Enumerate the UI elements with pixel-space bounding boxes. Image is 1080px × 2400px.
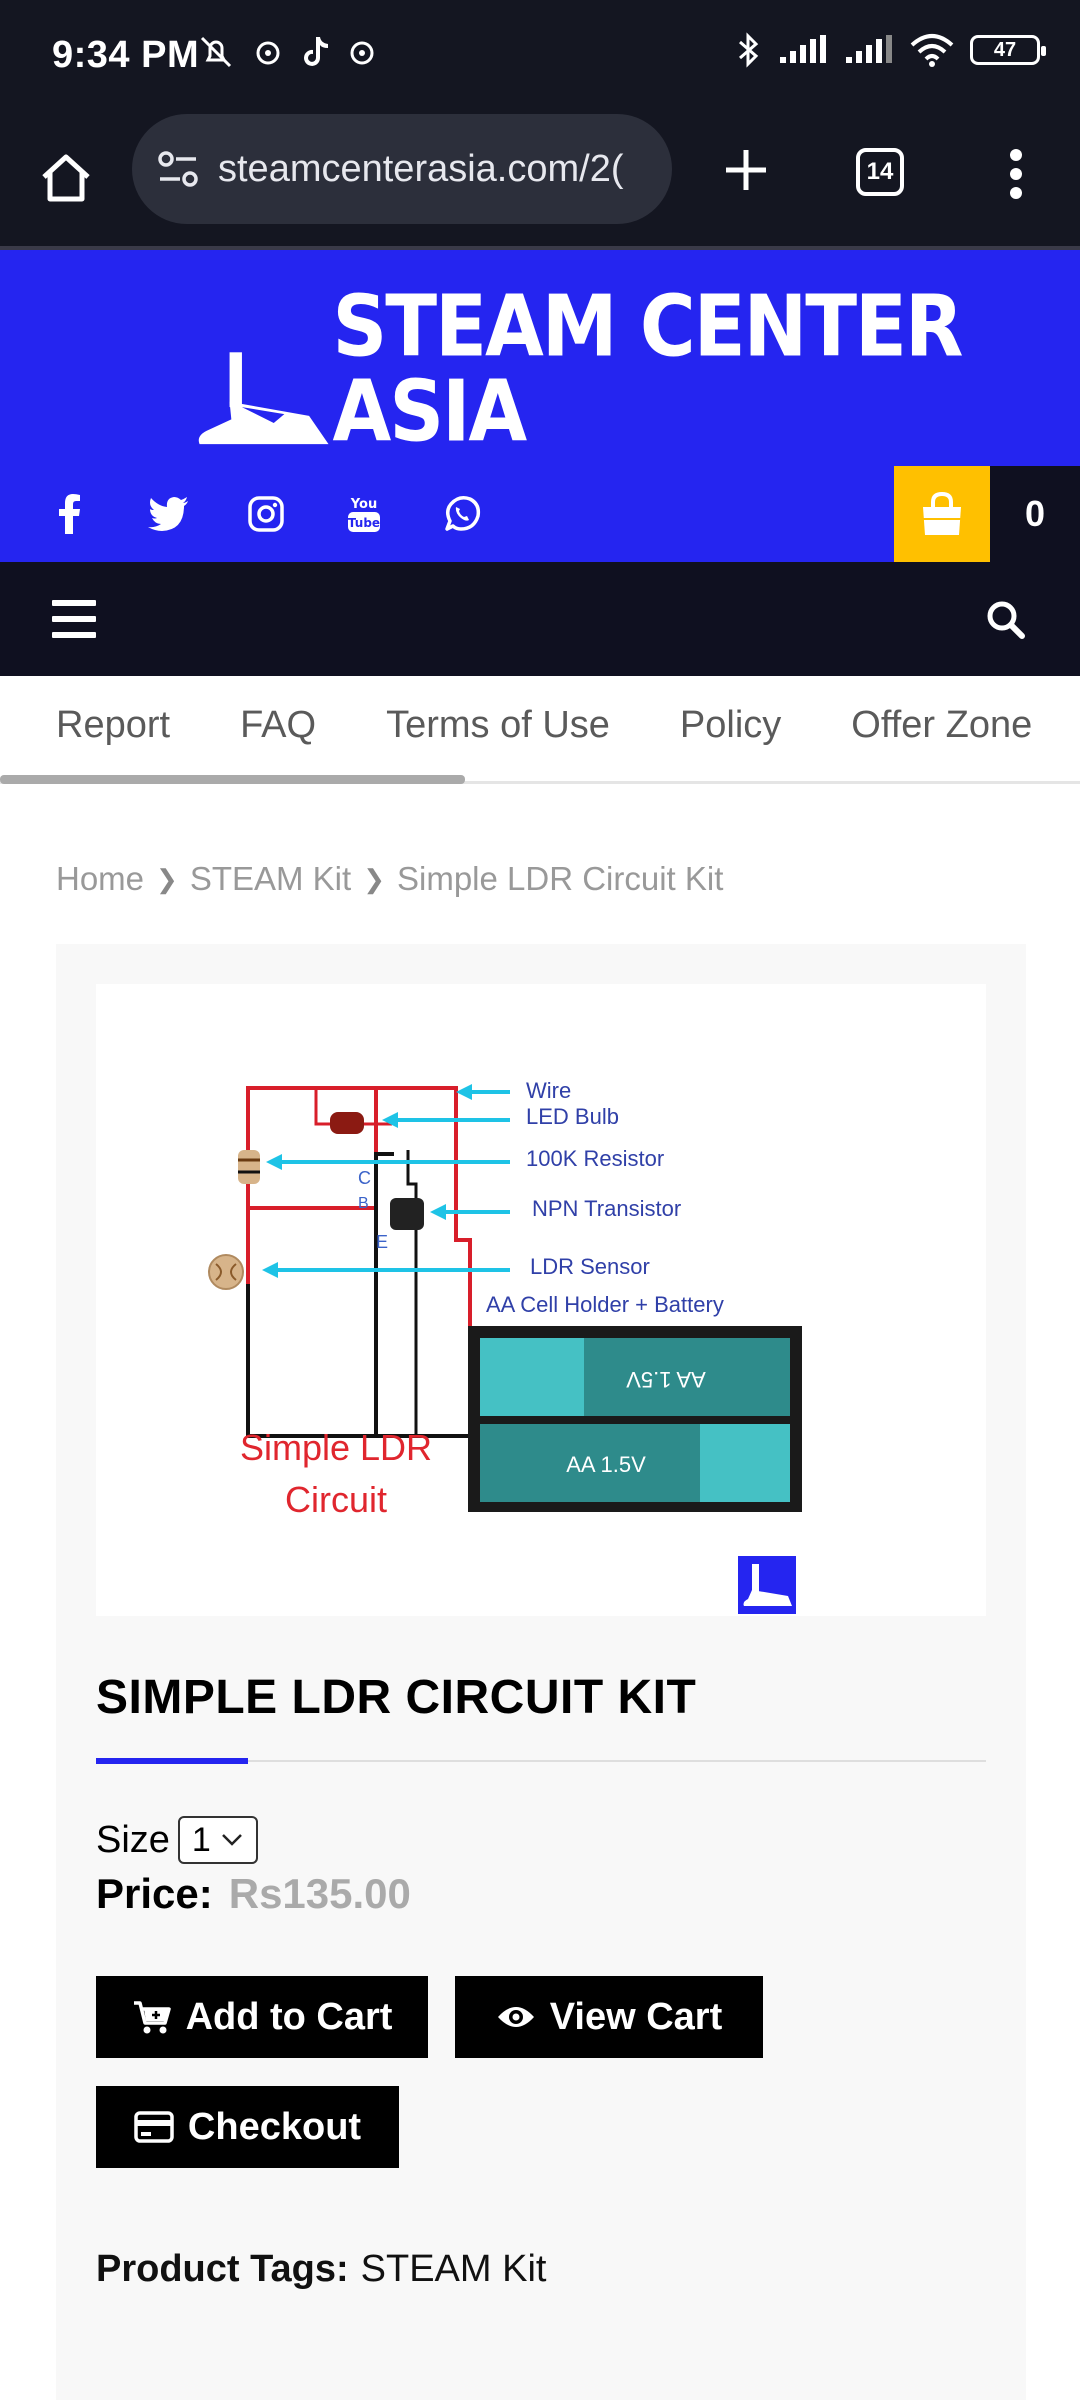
more-vert-icon bbox=[1010, 149, 1022, 199]
menu-item-offer-zone[interactable]: Offer Zone bbox=[851, 704, 1032, 747]
status-bar: 9:34 PM 47 bbox=[0, 0, 1080, 112]
new-tab-button[interactable] bbox=[708, 132, 784, 208]
watermark-logo bbox=[738, 1556, 796, 1614]
credit-card-icon bbox=[134, 2111, 174, 2143]
mute-icon bbox=[200, 36, 232, 68]
add-to-cart-button[interactable]: Add to Cart bbox=[96, 1976, 428, 2058]
bluetooth-icon bbox=[739, 32, 759, 68]
checkout-label: Checkout bbox=[187, 2105, 362, 2148]
plus-icon bbox=[726, 150, 766, 190]
view-cart-label: View Cart bbox=[549, 1995, 723, 2038]
cart-count[interactable]: 0 bbox=[990, 466, 1080, 562]
app-notification-icon bbox=[256, 41, 280, 65]
price-value: Rs135.00 bbox=[228, 1870, 411, 1917]
cart-button[interactable] bbox=[894, 466, 990, 562]
signal-icon bbox=[780, 35, 826, 63]
svg-text:Tube: Tube bbox=[348, 516, 380, 530]
eye-icon bbox=[497, 2007, 534, 2027]
home-icon bbox=[42, 154, 90, 202]
ldr-label: LDR Sensor bbox=[530, 1254, 650, 1279]
app-notification-icon bbox=[350, 41, 374, 65]
whatsapp-icon[interactable] bbox=[434, 486, 490, 542]
add-to-cart-label: Add to Cart bbox=[185, 1995, 393, 2038]
menu-item-policy[interactable]: Policy bbox=[680, 704, 781, 747]
site-header: STEAM CENTER ASIA bbox=[0, 246, 1080, 466]
pin-b-label: B bbox=[358, 1195, 369, 1212]
tab-switcher-button[interactable]: 14 bbox=[856, 148, 904, 196]
social-bar: You Tube 0 bbox=[0, 466, 1080, 562]
chevron-right-icon: ❯ bbox=[156, 863, 178, 894]
pin-e-label: E bbox=[376, 1232, 388, 1252]
menu-item-faq[interactable]: FAQ bbox=[240, 704, 316, 747]
price-label: Price: bbox=[96, 1870, 213, 1917]
hamburger-menu-icon[interactable] bbox=[52, 600, 96, 638]
view-cart-button[interactable]: View Cart bbox=[455, 1976, 763, 2058]
size-value: 1 bbox=[191, 1820, 211, 1859]
facebook-icon[interactable] bbox=[42, 486, 98, 542]
product-tags: Product Tags: STEAM Kit bbox=[96, 2248, 546, 2291]
signal-icon bbox=[846, 35, 892, 63]
title-accent-bar bbox=[96, 1758, 248, 1764]
browser-menu-button[interactable] bbox=[996, 136, 1036, 212]
size-label: Size bbox=[96, 1818, 170, 1861]
instagram-icon[interactable] bbox=[238, 486, 294, 542]
battery-label-2: AA 1.5V bbox=[566, 1452, 646, 1477]
top-menu: Report FAQ Terms of Use Policy Offer Zon… bbox=[0, 676, 1080, 784]
wire-label: Wire bbox=[526, 1078, 571, 1103]
checkout-button[interactable]: Checkout bbox=[96, 2086, 399, 2168]
twitter-icon[interactable] bbox=[140, 486, 196, 542]
product-title: SIMPLE LDR CIRCUIT KIT bbox=[96, 1671, 697, 1724]
youtube-icon[interactable]: You Tube bbox=[336, 486, 392, 542]
resistor-label: 100K Resistor bbox=[526, 1146, 664, 1171]
menu-item-report[interactable]: Report bbox=[56, 704, 170, 747]
price-row: Price: Rs135.00 bbox=[96, 1870, 411, 1918]
caption-line-2: Circuit bbox=[285, 1479, 387, 1520]
led-label: LED Bulb bbox=[526, 1104, 619, 1129]
cart-plus-icon bbox=[133, 2001, 171, 2034]
wifi-icon bbox=[910, 34, 954, 67]
url-text: steamcenterasia.com/2( bbox=[218, 147, 624, 190]
holder-label: AA Cell Holder + Battery bbox=[486, 1292, 724, 1317]
nav-bar bbox=[0, 562, 1080, 676]
chevron-down-icon bbox=[221, 1834, 242, 1846]
tag-link[interactable]: STEAM Kit bbox=[361, 2248, 547, 2291]
product-card: C B E Wire LED Bulb 100K Resistor NPN Tr… bbox=[56, 944, 1026, 2400]
size-select[interactable]: 1 bbox=[177, 1816, 258, 1864]
size-row: Size 1 bbox=[96, 1816, 258, 1864]
breadcrumb: Home ❯ STEAM Kit ❯ Simple LDR Circuit Ki… bbox=[56, 860, 723, 898]
breadcrumb-category[interactable]: STEAM Kit bbox=[190, 860, 351, 898]
shopping-bag-icon bbox=[923, 491, 961, 535]
notification-icons bbox=[196, 34, 380, 70]
battery-indicator: 47 bbox=[970, 35, 1046, 65]
caption-line-1: Simple LDR bbox=[240, 1427, 432, 1468]
logo-text: STEAM CENTER ASIA bbox=[332, 275, 964, 461]
transistor-label: NPN Transistor bbox=[532, 1196, 681, 1221]
battery-label-1: AA 1.5V bbox=[626, 1367, 706, 1392]
logo-mark-icon bbox=[198, 352, 329, 445]
chevron-right-icon: ❯ bbox=[363, 863, 385, 894]
address-bar[interactable]: steamcenterasia.com/2( bbox=[132, 114, 672, 224]
status-time: 9:34 PM bbox=[52, 34, 200, 76]
breadcrumb-home[interactable]: Home bbox=[56, 860, 144, 898]
pin-c-label: C bbox=[358, 1168, 371, 1188]
site-logo[interactable]: STEAM CENTER ASIA bbox=[196, 283, 1080, 454]
svg-text:You: You bbox=[350, 497, 377, 512]
breadcrumb-current: Simple LDR Circuit Kit bbox=[396, 860, 724, 897]
browser-toolbar: steamcenterasia.com/2( 14 bbox=[0, 112, 1080, 246]
circuit-diagram: C B E Wire LED Bulb 100K Resistor NPN Tr… bbox=[208, 1078, 802, 1614]
system-icons: 47 bbox=[736, 32, 1046, 68]
menu-item-terms[interactable]: Terms of Use bbox=[386, 704, 610, 747]
home-button[interactable] bbox=[28, 140, 104, 216]
menu-scroll-indicator[interactable] bbox=[0, 775, 465, 784]
tags-label: Product Tags: bbox=[96, 2248, 349, 2290]
site-settings-icon[interactable] bbox=[156, 149, 200, 189]
search-icon[interactable] bbox=[982, 596, 1030, 644]
product-image[interactable]: C B E Wire LED Bulb 100K Resistor NPN Tr… bbox=[96, 984, 986, 1616]
tiktok-icon bbox=[304, 37, 328, 66]
